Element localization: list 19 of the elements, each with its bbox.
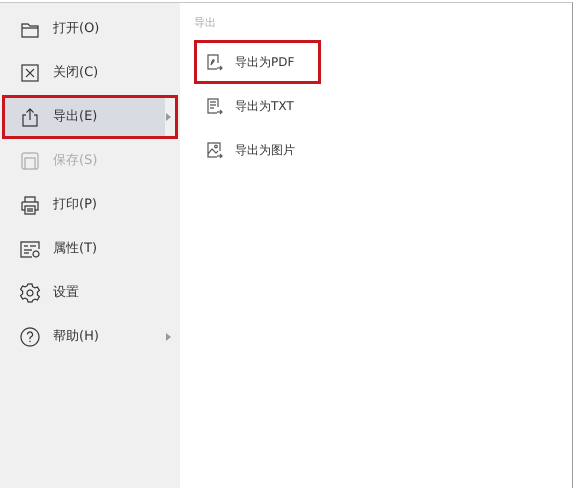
submenu-item[interactable]: 导出为TXT xyxy=(194,84,321,128)
submenu-item[interactable]: 导出为图片 xyxy=(194,128,321,172)
menu-item[interactable]: 设置 xyxy=(2,271,178,315)
pdf-file-icon xyxy=(205,52,223,70)
settings-icon xyxy=(19,282,41,304)
help-icon xyxy=(19,326,41,348)
menu-item[interactable]: 帮助(H) xyxy=(2,315,178,359)
menu-item[interactable]: 打开(O) xyxy=(2,7,178,51)
menu-item[interactable]: 属性(T) xyxy=(2,227,178,271)
text-file-icon xyxy=(205,96,223,114)
image-file-icon xyxy=(205,140,223,158)
save-icon xyxy=(19,150,41,172)
menu-item[interactable]: 关闭(C) xyxy=(2,51,178,95)
submenu-title: 导出 xyxy=(194,15,217,31)
close-icon xyxy=(19,62,41,84)
submenu-item[interactable]: 导出为PDF xyxy=(194,40,321,84)
printer-icon xyxy=(19,194,41,216)
menu-item[interactable]: 打印(P) xyxy=(2,183,178,227)
menu-item[interactable]: 导出(E) xyxy=(2,95,178,139)
